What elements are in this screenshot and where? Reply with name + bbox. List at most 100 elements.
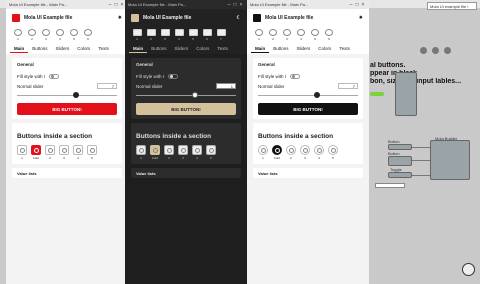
section-button[interactable]	[286, 145, 296, 155]
value-lists-section[interactable]: Value lists	[131, 168, 241, 178]
radio-option[interactable]: 6	[323, 29, 335, 41]
radio-option[interactable]: 6	[201, 29, 213, 41]
fill-style-toggle[interactable]	[168, 73, 179, 79]
canvas-node[interactable]	[395, 72, 417, 116]
section-button[interactable]	[314, 145, 324, 155]
radio-box[interactable]	[132, 29, 142, 36]
close-icon[interactable]: ×	[238, 2, 244, 8]
section-button[interactable]	[17, 145, 27, 155]
tab-sliders[interactable]: Sliders	[293, 45, 315, 52]
tab-sliders[interactable]: Sliders	[171, 45, 193, 52]
radio-circle[interactable]	[70, 29, 78, 36]
radio-box[interactable]	[146, 29, 156, 36]
slider-knob[interactable]	[192, 92, 199, 98]
slider-track[interactable]	[17, 95, 117, 96]
tab-buttons[interactable]: Buttons	[28, 45, 51, 52]
normal-slider[interactable]	[136, 92, 236, 98]
radio-option[interactable]: 3	[40, 29, 52, 41]
radio-option[interactable]: 4	[295, 29, 307, 41]
section-button[interactable]	[73, 145, 83, 155]
slider-knob[interactable]	[314, 92, 321, 98]
radio-box[interactable]	[174, 29, 184, 36]
section-button[interactable]	[87, 145, 97, 155]
radio-circle[interactable]	[297, 29, 305, 36]
radio-option[interactable]: 1	[253, 29, 265, 41]
radio-option[interactable]: 6	[82, 29, 94, 41]
radio-circle[interactable]	[325, 29, 333, 36]
radio-box[interactable]	[160, 29, 170, 36]
slider-knob[interactable]	[73, 92, 80, 98]
radio-circle[interactable]	[14, 29, 22, 36]
tab-sliders[interactable]: Sliders	[52, 45, 74, 52]
radio-option[interactable]: 1	[12, 29, 24, 41]
canvas-node-button[interactable]	[388, 156, 412, 166]
tab-main[interactable]: Main	[251, 45, 270, 53]
big-button[interactable]: BIG BUTTON!	[136, 103, 236, 115]
canvas-node-button[interactable]	[388, 144, 412, 150]
radio-box[interactable]	[202, 29, 212, 36]
radio-option[interactable]: 7	[215, 29, 227, 41]
radio-option[interactable]: 1	[131, 29, 143, 41]
sun-icon[interactable]: ✷	[359, 15, 363, 21]
radio-option[interactable]: 2	[26, 29, 38, 41]
slider-track[interactable]	[258, 95, 358, 96]
close-icon[interactable]: ×	[360, 2, 366, 8]
canvas-navigation-icon[interactable]	[462, 263, 475, 276]
fill-style-toggle[interactable]	[49, 73, 60, 79]
section-button[interactable]	[206, 145, 216, 155]
canvas-small-icon[interactable]	[432, 47, 439, 54]
tab-main[interactable]: Main	[10, 45, 29, 53]
section-button[interactable]	[45, 145, 55, 155]
radio-circle[interactable]	[56, 29, 64, 36]
slider-track[interactable]	[136, 95, 236, 96]
section-button-selected[interactable]	[150, 145, 160, 155]
section-button[interactable]	[59, 145, 69, 155]
section-button[interactable]	[258, 145, 268, 155]
section-button[interactable]	[300, 145, 310, 155]
value-lists-section[interactable]: Value lists	[253, 168, 363, 178]
big-button[interactable]: BIG BUTTON!	[17, 103, 117, 115]
tab-colors[interactable]: Colors	[192, 45, 213, 52]
canvas-small-icon[interactable]	[444, 47, 451, 54]
radio-circle[interactable]	[84, 29, 92, 36]
tab-main[interactable]: Main	[129, 45, 148, 53]
tab-colors[interactable]: Colors	[314, 45, 335, 52]
canvas-search-field[interactable]: Mola UI example file !	[427, 2, 477, 10]
section-button[interactable]	[328, 145, 338, 155]
radio-circle[interactable]	[28, 29, 36, 36]
normal-slider-value-field[interactable]: 7	[338, 83, 358, 89]
radio-box[interactable]	[188, 29, 198, 36]
normal-slider-value-field[interactable]: 7	[97, 83, 117, 89]
normal-slider[interactable]	[258, 92, 358, 98]
radio-option[interactable]: 5	[68, 29, 80, 41]
radio-option[interactable]: 5	[309, 29, 321, 41]
tab-texts[interactable]: Texts	[335, 45, 354, 52]
radio-circle[interactable]	[42, 29, 50, 36]
section-button[interactable]	[164, 145, 174, 155]
radio-option[interactable]: 4	[54, 29, 66, 41]
radio-option[interactable]: 2	[267, 29, 279, 41]
tab-texts[interactable]: Texts	[94, 45, 113, 52]
radio-box[interactable]	[216, 29, 226, 36]
radio-circle[interactable]	[269, 29, 277, 36]
tab-colors[interactable]: Colors	[73, 45, 94, 52]
tab-buttons[interactable]: Buttons	[269, 45, 292, 52]
normal-slider-value-field[interactable]: 1	[216, 83, 236, 89]
canvas-panel[interactable]	[375, 183, 405, 188]
canvas-small-icon[interactable]	[420, 47, 427, 54]
radio-option[interactable]: 3	[159, 29, 171, 41]
section-button-selected[interactable]	[272, 145, 282, 155]
canvas-green-toggle[interactable]	[370, 92, 384, 96]
tab-buttons[interactable]: Buttons	[147, 45, 170, 52]
sun-icon[interactable]: ✷	[118, 15, 122, 21]
radio-circle[interactable]	[255, 29, 263, 36]
section-button-selected[interactable]	[31, 145, 41, 155]
section-button[interactable]	[192, 145, 202, 155]
radio-circle[interactable]	[283, 29, 291, 36]
canvas-node-builder[interactable]	[430, 140, 470, 180]
radio-option[interactable]: 4	[173, 29, 185, 41]
radio-option[interactable]: 5	[187, 29, 199, 41]
tab-texts[interactable]: Texts	[213, 45, 232, 52]
section-button[interactable]	[178, 145, 188, 155]
fill-style-toggle[interactable]	[290, 73, 301, 79]
